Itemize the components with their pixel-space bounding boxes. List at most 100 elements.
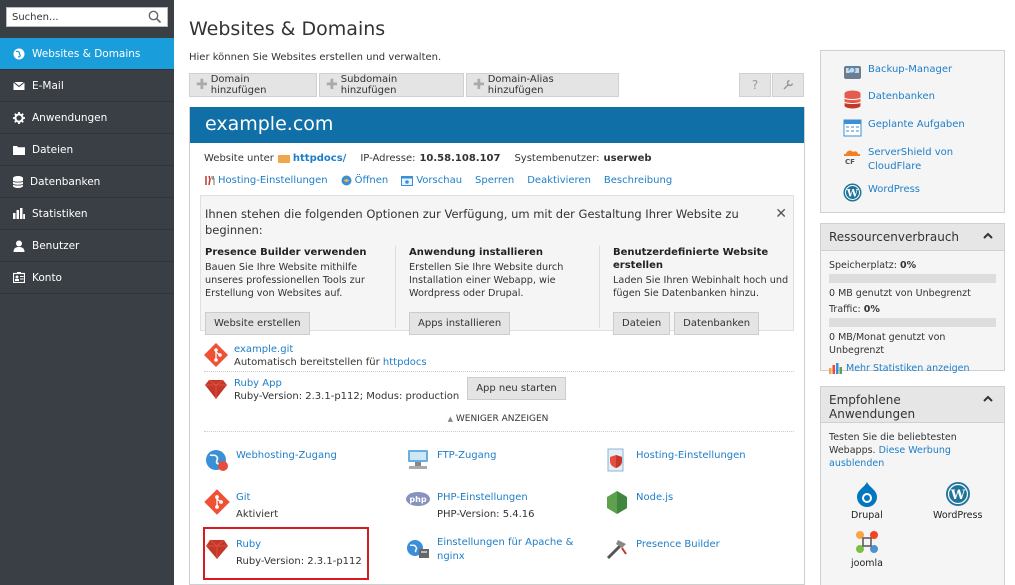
option-presence-builder: Presence Builder verwenden Bauen Sie Ihr… (205, 246, 395, 335)
resource-usage-header[interactable]: Ressourcenverbrauch (821, 224, 1004, 251)
sidebar-item-account[interactable]: Konto (0, 262, 174, 294)
sidebar-item-label: Dateien (32, 143, 74, 156)
docroot-link[interactable]: httpdocs/ (293, 153, 346, 164)
tile-php-settings[interactable]: php PHP-Einstellungen PHP-Version: 5.4.16 (405, 489, 535, 523)
help-button[interactable]: ? (739, 73, 771, 97)
chevron-up-icon (983, 232, 993, 239)
wordpress-link[interactable]: W WordPress (843, 183, 1004, 202)
ruby-highlight-box (203, 527, 369, 580)
tile-ftp-access[interactable]: FTP-Zugang (405, 447, 496, 473)
app-drupal[interactable]: Drupal (851, 481, 883, 521)
svg-text:php: php (409, 495, 426, 504)
nodejs-icon (607, 491, 627, 514)
tile-hosting-settings[interactable]: Hosting-Einstellungen (604, 447, 746, 473)
globe-icon (13, 48, 25, 59)
backup-icon (844, 66, 861, 79)
app-joomla[interactable]: joomla (851, 529, 883, 569)
ip-address: 10.58.108.107 (419, 153, 501, 164)
backup-manager-link[interactable]: Backup-Manager (843, 63, 1004, 81)
tools-icon (205, 175, 215, 186)
description-link[interactable]: Beschreibung (604, 175, 672, 186)
sidebar-item-websites-domains[interactable]: Websites & Domains (0, 38, 174, 70)
sidebar-item-label: E-Mail (32, 79, 64, 92)
disable-link[interactable]: Deaktivieren (527, 175, 591, 186)
suspend-link[interactable]: Sperren (475, 175, 514, 186)
databases-link[interactable]: Datenbanken (843, 90, 1004, 109)
plus-icon: ✚ (473, 77, 485, 93)
search-box (6, 7, 168, 27)
git-repo-link[interactable]: example.git (234, 344, 293, 355)
git-icon (204, 489, 230, 515)
divider (599, 246, 600, 328)
app-wordpress[interactable]: W WordPress (933, 481, 982, 521)
recommended-apps-header[interactable]: Empfohlene Anwendungen (821, 387, 1004, 423)
sidebar-item-email[interactable]: E-Mail (0, 70, 174, 102)
restart-app-button[interactable]: App neu starten (467, 377, 566, 400)
getting-started-box: Ihnen stehen die folgenden Optionen zur … (200, 195, 794, 335)
divider (204, 371, 794, 372)
drupal-icon (856, 482, 877, 507)
apache-nginx-icon (407, 540, 429, 558)
install-apps-button[interactable]: Apps installieren (409, 312, 511, 335)
resource-usage-panel: Ressourcenverbrauch Speicherplatz: 0% 0 … (820, 223, 1005, 374)
svg-text:CF: CF (845, 158, 855, 165)
page-title: Websites & Domains (189, 18, 386, 40)
files-button[interactable]: Dateien (613, 312, 671, 335)
sidebar-item-label: Datenbanken (30, 175, 101, 188)
ruby-app-link[interactable]: Ruby App (234, 378, 282, 389)
show-less-toggle[interactable]: ▲ WENIGER ANZEIGEN (190, 414, 806, 424)
wrench-icon (783, 79, 794, 90)
open-link[interactable]: Öffnen (341, 175, 388, 186)
search-input[interactable] (7, 8, 147, 26)
deploy-target-link[interactable]: httpdocs (383, 357, 427, 368)
tile-nodejs[interactable]: Node.js (604, 489, 673, 515)
search-icon[interactable] (148, 10, 162, 27)
tile-webhosting-access[interactable]: Webhosting-Zugang (204, 447, 337, 473)
preview-link[interactable]: Vorschau (401, 175, 462, 186)
main-content: Websites & Domains Hier können Sie Websi… (174, 0, 1015, 585)
hosting-settings-icon (607, 448, 624, 472)
cloudflare-icon: CF (844, 150, 860, 165)
tile-apache-nginx-settings[interactable]: Einstellungen für Apache & nginx (405, 536, 577, 564)
id-card-icon (13, 272, 25, 283)
add-subdomain-button[interactable]: ✚ Subdomain hinzufügen (319, 73, 464, 97)
sidebar-item-users[interactable]: Benutzer (0, 230, 174, 262)
sidebar-item-statistics[interactable]: Statistiken (0, 198, 174, 230)
create-website-button[interactable]: Website erstellen (205, 312, 310, 335)
plus-icon: ✚ (196, 77, 208, 93)
recommended-apps-panel: Empfohlene Anwendungen Testen Sie die be… (820, 386, 1005, 585)
presence-builder-icon (606, 540, 627, 560)
sidebar-item-files[interactable]: Dateien (0, 134, 174, 166)
sidebar-item-applications[interactable]: Anwendungen (0, 102, 174, 134)
settings-button[interactable] (772, 73, 804, 97)
toolbar: ✚ Domain hinzufügen ✚ Subdomain hinzufügen… (189, 73, 621, 97)
traffic-detail: 0 MB/Monat genutzt von Unbegrenzt (829, 332, 946, 356)
domain-name: example.com (190, 107, 804, 143)
hosting-settings-link[interactable]: Hosting-Einstellungen (204, 175, 328, 186)
traffic-bar (829, 318, 996, 327)
domain-info: Website unter httpdocs/ IP-Adresse: 10.5… (204, 153, 652, 164)
php-icon: php (406, 492, 430, 506)
more-stats-link[interactable]: Mehr Statistiken anzeigen (829, 362, 996, 375)
storage-bar (829, 274, 996, 283)
add-domain-button[interactable]: ✚ Domain hinzufügen (189, 73, 317, 97)
sidebar-item-databases[interactable]: Datenbanken (0, 166, 174, 198)
page-description: Hier können Sie Websites erstellen und v… (189, 52, 442, 63)
servershield-link[interactable]: CF ServerShield von CloudFlare (843, 146, 1004, 174)
user-icon (13, 240, 25, 252)
ruby-app-details: Ruby-Version: 2.3.1-p112; Modus: product… (234, 391, 460, 402)
databases-button[interactable]: Datenbanken (674, 312, 760, 335)
wordpress-icon: W (843, 183, 862, 202)
sidebar-item-label: Benutzer (32, 239, 80, 252)
storage-percent: 0% (899, 260, 917, 271)
system-user: userweb (603, 153, 652, 164)
plus-icon: ✚ (326, 77, 338, 93)
database-icon (13, 175, 23, 188)
add-domain-alias-button[interactable]: ✚ Domain-Alias hinzufügen (466, 73, 619, 97)
close-icon[interactable]: ✕ (775, 206, 787, 222)
tile-presence-builder[interactable]: Presence Builder (604, 536, 720, 562)
domain-panel: example.com Website unter httpdocs/ IP-A… (189, 107, 805, 585)
scheduled-tasks-link[interactable]: Geplante Aufgaben (843, 118, 1004, 137)
svg-text:W: W (949, 488, 965, 503)
tile-git[interactable]: Git Aktiviert (204, 489, 278, 523)
